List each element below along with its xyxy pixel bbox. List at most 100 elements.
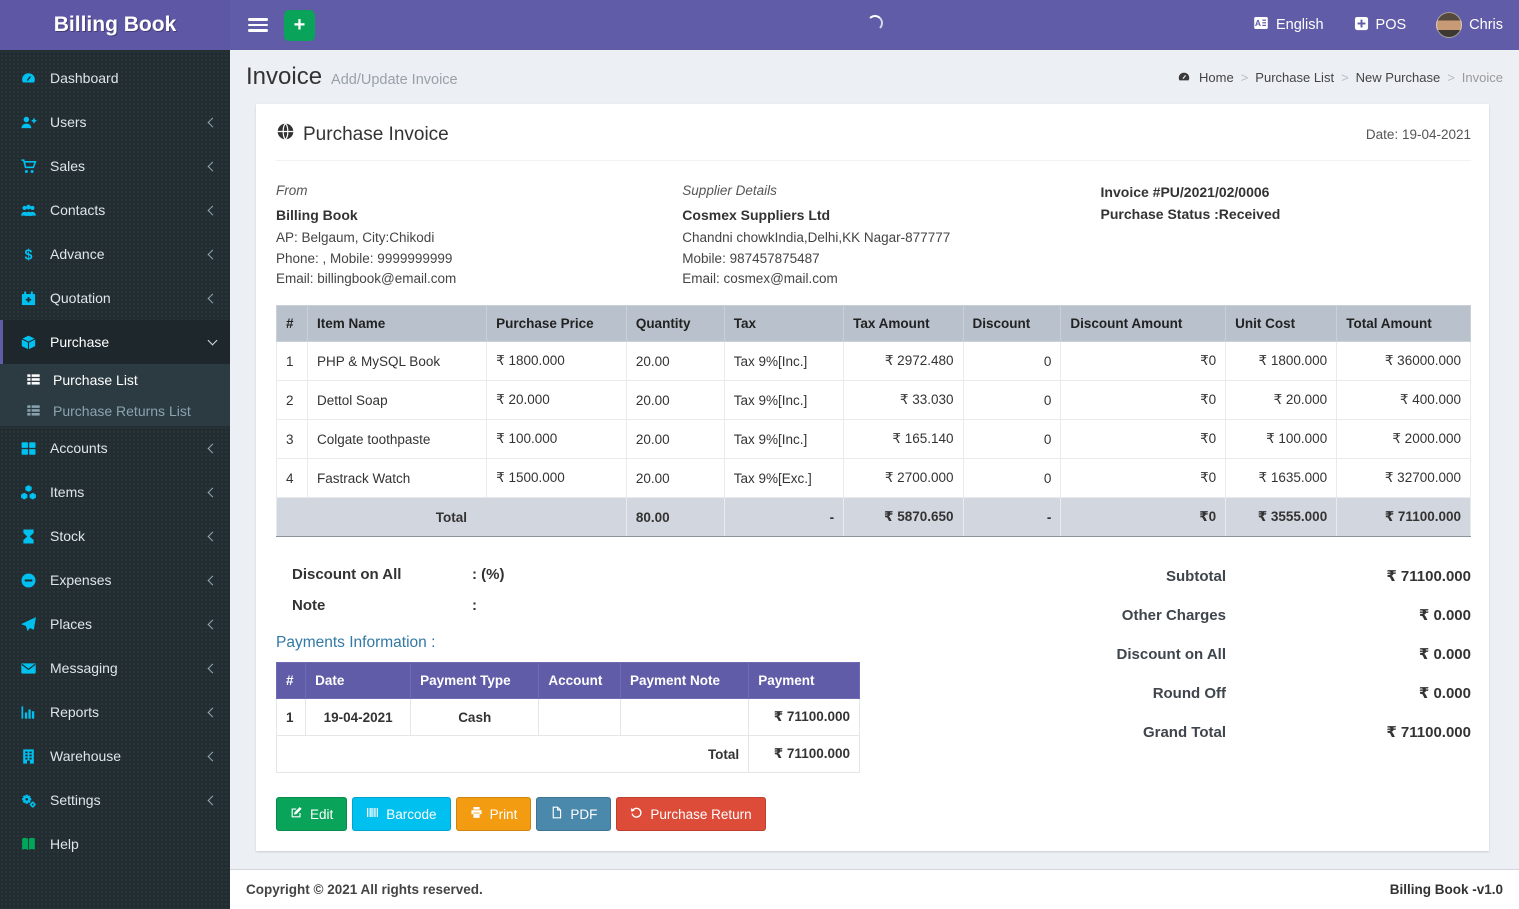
sidebar-item-settings[interactable]: Settings xyxy=(0,778,230,822)
page-header: Invoice Add/Update Invoice Home > Purcha… xyxy=(230,50,1519,102)
chevron-left-icon xyxy=(207,117,218,127)
sidebar-item-expenses[interactable]: Expenses xyxy=(0,558,230,602)
menu-toggle-icon[interactable] xyxy=(240,0,276,50)
pdf-button[interactable]: PDF xyxy=(536,797,612,832)
globe-icon xyxy=(276,122,295,147)
payments-total-row: Total ₹ 71100.000 xyxy=(275,735,860,774)
invoice-date: Date: 19-04-2021 xyxy=(1365,127,1471,142)
chevron-left-icon xyxy=(207,707,218,717)
home-gauge-icon xyxy=(1177,70,1191,84)
chevron-left-icon xyxy=(207,205,218,215)
sidebar-item-reports[interactable]: Reports xyxy=(0,690,230,734)
sidebar-item-messaging[interactable]: Messaging xyxy=(0,646,230,690)
plus-icon: + xyxy=(293,14,306,36)
app-logo[interactable]: Billing Book xyxy=(0,0,230,50)
breadcrumb-new-purchase[interactable]: New Purchase xyxy=(1356,70,1441,85)
topbar: Billing Book + A English POS Chris xyxy=(0,0,1519,50)
sidebar-item-accounts[interactable]: Accounts xyxy=(0,426,230,470)
chevron-left-icon xyxy=(207,293,218,303)
language-menu[interactable]: A English xyxy=(1253,15,1324,35)
chevron-left-icon xyxy=(207,531,218,541)
envelope-icon xyxy=(20,660,40,677)
purchase-submenu: Purchase List Purchase Returns List xyxy=(0,364,230,426)
edit-icon xyxy=(290,806,303,822)
item-row: 4 Fastrack Watch ₹ 1500.000 20.00 Tax 9%… xyxy=(275,458,1471,499)
sidebar-item-users[interactable]: Users xyxy=(0,100,230,144)
invoice-meta-block: Invoice #PU/2021/02/0006 Purchase Status… xyxy=(1101,181,1471,290)
language-label: English xyxy=(1275,17,1324,33)
breadcrumb-home[interactable]: Home xyxy=(1199,70,1234,85)
barcode-button[interactable]: Barcode xyxy=(352,797,451,832)
bar-chart-icon xyxy=(20,704,40,721)
pos-button[interactable]: POS xyxy=(1354,16,1407,35)
chevron-left-icon xyxy=(207,751,218,761)
items-header-row: # Item Name Purchase Price Quantity Tax … xyxy=(275,305,1471,343)
pdf-file-icon xyxy=(550,806,563,822)
purchase-return-button[interactable]: Purchase Return xyxy=(616,797,766,832)
chevron-left-icon xyxy=(207,575,218,585)
chevron-down-icon xyxy=(207,335,218,345)
pos-label: POS xyxy=(1375,17,1407,33)
sidebar-item-items[interactable]: Items xyxy=(0,470,230,514)
print-icon xyxy=(470,806,483,822)
user-menu[interactable]: Chris xyxy=(1436,12,1503,38)
sidebar-item-places[interactable]: Places xyxy=(0,602,230,646)
sidebar-item-warehouse[interactable]: Warehouse xyxy=(0,734,230,778)
payments-table: # Date Payment Type Account Payment Note… xyxy=(275,662,860,774)
add-button[interactable]: + xyxy=(284,9,315,41)
from-block: From Billing Book AP: Belgaum, City:Chik… xyxy=(276,181,682,290)
barcode-icon xyxy=(366,806,379,822)
sidebar-item-stock[interactable]: Stock xyxy=(0,514,230,558)
language-icon: A xyxy=(1253,15,1269,35)
item-row: 2 Dettol Soap ₹ 20.000 20.00 Tax 9%[Inc.… xyxy=(275,380,1471,421)
chevron-left-icon xyxy=(207,619,218,629)
cart-icon xyxy=(20,158,40,175)
list-icon xyxy=(26,403,44,418)
action-buttons: Edit Barcode Print PDF Purchase Return xyxy=(276,797,1471,832)
summary-other-charges: Other Charges ₹ 0.000 xyxy=(1121,606,1471,625)
chevron-left-icon xyxy=(207,161,218,171)
svg-text:A: A xyxy=(1255,18,1261,28)
items-table: # Item Name Purchase Price Quantity Tax … xyxy=(275,305,1471,538)
summary-subtotal: Subtotal ₹ 71100.000 xyxy=(1166,567,1471,586)
invoice-number: Invoice #PU/2021/02/0006 xyxy=(1100,184,1270,200)
card-title: Purchase Invoice xyxy=(276,122,449,147)
sidebar-item-sales[interactable]: Sales xyxy=(0,144,230,188)
billing-book-app: Billing Book + A English POS Chris Dashb… xyxy=(0,0,1519,909)
summary-discount-on-all: Discount on All ₹ 0.000 xyxy=(1116,645,1471,664)
hourglass-icon xyxy=(20,528,40,545)
supplier-block: Supplier Details Cosmex Suppliers Ltd Ch… xyxy=(682,181,1100,290)
sidebar-item-contacts[interactable]: Contacts xyxy=(0,188,230,232)
edit-button[interactable]: Edit xyxy=(276,797,348,832)
chevron-left-icon xyxy=(207,249,218,259)
loading-spinner-icon xyxy=(866,15,883,31)
breadcrumb: Home > Purchase List > New Purchase > In… xyxy=(1177,70,1503,85)
svg-text:$: $ xyxy=(25,247,33,263)
sidebar-item-purchase-list[interactable]: Purchase List xyxy=(0,364,230,395)
gears-icon xyxy=(20,792,40,809)
sidebar-item-purchase-returns-list[interactable]: Purchase Returns List xyxy=(0,395,230,426)
payment-row: 1 19-04-2021 Cash ₹ 71100.000 xyxy=(275,698,860,737)
sidebar-item-quotation[interactable]: Quotation xyxy=(0,276,230,320)
breadcrumb-purchase-list[interactable]: Purchase List xyxy=(1255,70,1334,85)
sidebar-item-advance[interactable]: $ Advance xyxy=(0,232,230,276)
chevron-left-icon xyxy=(207,795,218,805)
sidebar: Dashboard Users Sales Contacts $ Advance xyxy=(0,50,230,909)
return-arrow-icon xyxy=(630,806,643,822)
footer: Copyright © 2021 All rights reserved. Bi… xyxy=(230,869,1519,909)
sidebar-item-dashboard[interactable]: Dashboard xyxy=(0,56,230,100)
pos-plus-square-icon xyxy=(1354,16,1369,35)
item-row: 1 PHP & MySQL Book ₹ 1800.000 20.00 Tax … xyxy=(275,341,1471,382)
from-name: Billing Book xyxy=(276,206,358,223)
user-name: Chris xyxy=(1469,17,1503,33)
book-icon xyxy=(20,836,40,853)
cube-icon xyxy=(20,334,40,351)
note-row: Note : xyxy=(292,597,477,615)
user-plus-icon xyxy=(20,114,40,131)
sidebar-item-help[interactable]: Help xyxy=(0,822,230,866)
print-button[interactable]: Print xyxy=(455,797,532,832)
cubes-icon xyxy=(20,484,40,501)
summary-grand-total: Grand Total ₹ 71100.000 xyxy=(1142,723,1471,742)
sidebar-item-purchase[interactable]: Purchase xyxy=(0,320,230,364)
purchase-status: Purchase Status :Received xyxy=(1100,206,1281,223)
